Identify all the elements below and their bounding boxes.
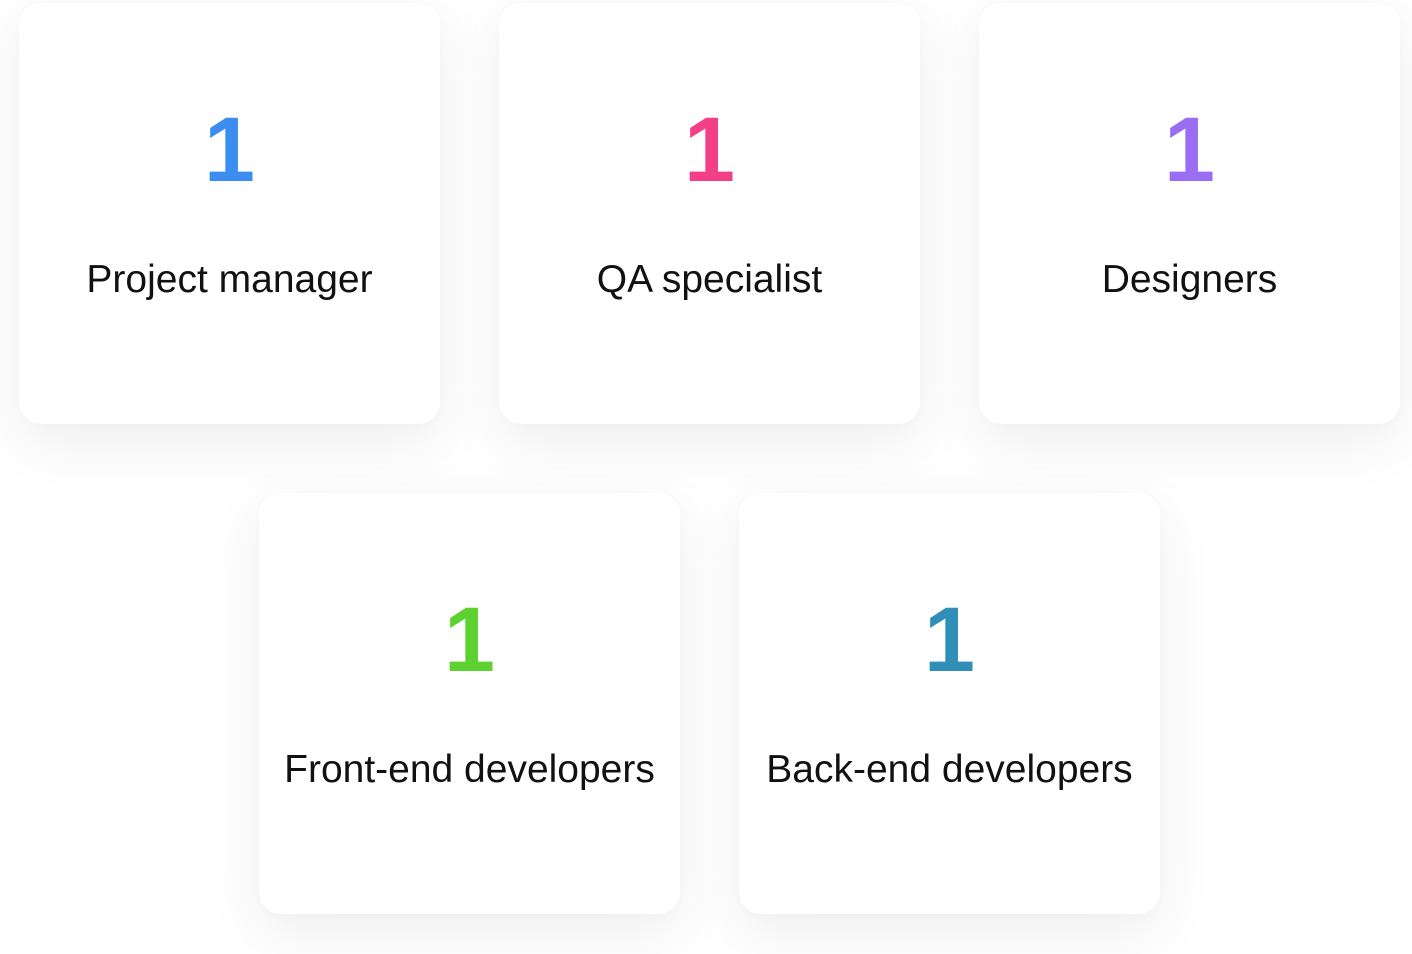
team-count: 1 — [443, 589, 496, 691]
team-count: 1 — [1163, 99, 1216, 201]
team-card-qa-specialist: 1 QA specialist — [499, 3, 920, 424]
team-card-designers: 1 Designers — [979, 3, 1400, 424]
team-label: Designers — [1101, 258, 1278, 301]
team-label: Front-end developers — [284, 748, 655, 791]
team-label: Back-end developers — [766, 748, 1133, 791]
team-count: 1 — [203, 99, 256, 201]
team-card-front-end-developers: 1 Front-end developers — [259, 493, 680, 914]
team-card-project-manager: 1 Project manager — [19, 3, 440, 424]
team-count: 1 — [683, 99, 736, 201]
team-count: 1 — [923, 589, 976, 691]
team-label: QA specialist — [596, 258, 823, 301]
team-label: Project manager — [86, 258, 373, 301]
team-card-back-end-developers: 1 Back-end developers — [739, 493, 1160, 914]
